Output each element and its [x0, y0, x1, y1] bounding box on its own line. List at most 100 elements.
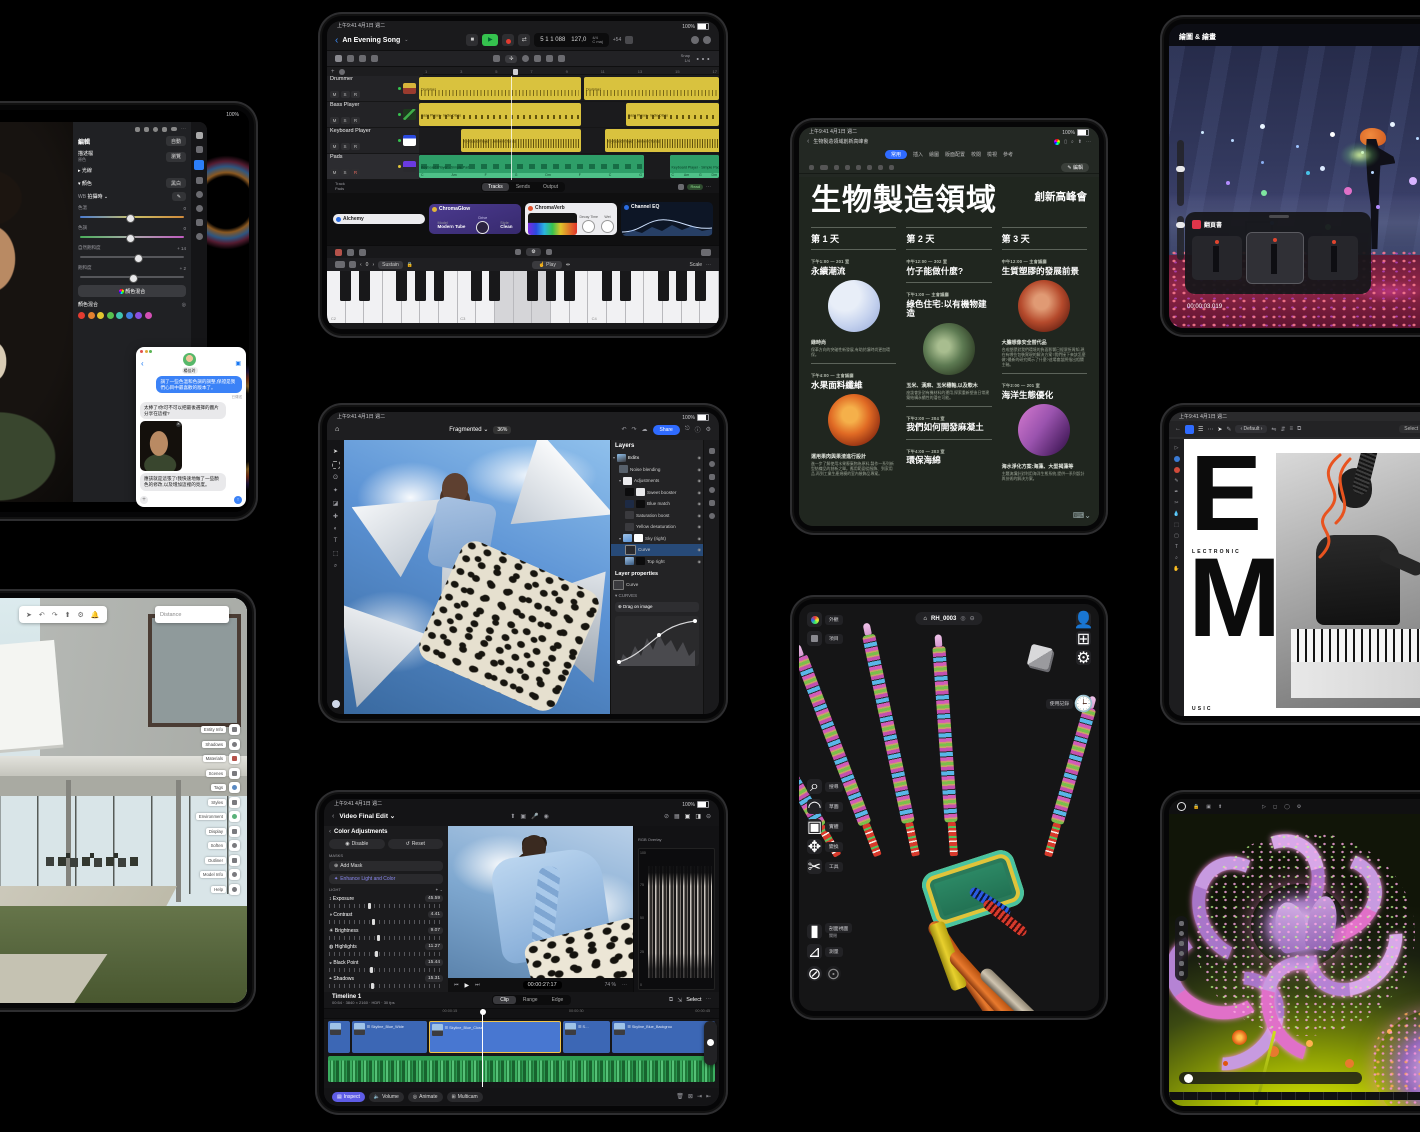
environment-icon[interactable] — [229, 811, 240, 822]
share-icon[interactable]: ⬆ — [65, 611, 71, 619]
region-bass-2[interactable]: Bass Player · Indie Disco — [626, 103, 719, 126]
pen-tool-icon[interactable]: ✒ — [1174, 489, 1178, 495]
hand-tool-icon[interactable]: ✋ — [1173, 566, 1179, 572]
vibrance-slider[interactable] — [80, 256, 184, 258]
clip[interactable]: ☰ S… — [563, 1021, 610, 1053]
fader-icon[interactable] — [678, 184, 684, 190]
lock-icon[interactable]: 🔒 — [407, 262, 413, 268]
layer-row[interactable]: ▾Sky (right)◉ — [611, 533, 703, 545]
zoom-level[interactable]: 74 % — [605, 982, 616, 988]
entity-info-icon[interactable] — [229, 724, 240, 735]
settings-icon[interactable]: ⚙ — [706, 426, 711, 433]
record-enable-button[interactable]: R — [351, 143, 360, 150]
region-drummer-1[interactable]: Drummer — [419, 77, 581, 100]
auto-button[interactable]: 自動 — [166, 136, 186, 146]
wet-knob[interactable] — [601, 220, 614, 233]
styles-icon[interactable] — [229, 797, 240, 808]
grid-icon[interactable]: ▦ — [674, 813, 680, 820]
curves-section[interactable]: ▾ CURVES — [611, 591, 703, 601]
import-icon[interactable]: ⬆ — [510, 813, 515, 820]
share-button[interactable]: Share — [653, 425, 680, 435]
appearance-icon[interactable] — [807, 612, 822, 627]
text-tool-icon[interactable]: T — [1175, 544, 1178, 550]
connect-icon[interactable]: ⧉ — [669, 997, 673, 1004]
record-enable-button[interactable]: R — [351, 91, 360, 98]
reset-button[interactable]: ↺ Reset — [388, 839, 444, 849]
display-icon[interactable] — [229, 826, 240, 837]
record-enable-button[interactable]: R — [351, 169, 360, 176]
layer-row[interactable]: ▾Adjustments◉ — [611, 475, 703, 487]
tab-output[interactable]: Output — [537, 183, 564, 191]
timeline-playhead[interactable] — [482, 1009, 483, 1087]
isolate-icon[interactable]: ⊘ — [807, 966, 822, 981]
outliner-icon[interactable] — [229, 855, 240, 866]
layer-row[interactable]: Top right◉ — [611, 556, 703, 568]
mixer-icon[interactable] — [546, 249, 552, 255]
frame-thumb[interactable] — [1308, 236, 1358, 280]
material-icon[interactable] — [1179, 961, 1184, 966]
remove-photo-icon[interactable]: ✕ — [176, 422, 181, 427]
play-icon[interactable]: ▶ — [465, 982, 470, 989]
grid-icon[interactable] — [1179, 971, 1184, 976]
add-layer-icon[interactable] — [709, 448, 715, 454]
video-preview[interactable] — [448, 826, 633, 978]
flipbook-panel[interactable]: 翻頁書 — [1185, 212, 1371, 294]
back-icon[interactable]: ‹ — [332, 813, 334, 820]
track-header-keys[interactable]: Keyboard Player MSR — [327, 128, 419, 153]
curves-graph[interactable] — [615, 616, 699, 666]
clip[interactable]: ☰ Skyline_Blue_Wide — [352, 1021, 427, 1053]
stop-button[interactable]: ■ — [466, 34, 478, 46]
back-icon[interactable]: ‹ — [335, 35, 338, 46]
more-icon[interactable]: ⋯ — [706, 997, 712, 1003]
camera-icon[interactable]: ▣ — [1206, 804, 1211, 810]
more-icon[interactable]: ⋯ — [706, 184, 711, 190]
pads-icon[interactable] — [347, 249, 354, 256]
document-page[interactable]: 生物製造領域 創新高峰會 第 1 天 下午1:00 — 201 室 永續潮流 綠… — [799, 177, 1099, 526]
eyedropper-icon[interactable]: ✎ — [172, 192, 186, 201]
tab-home[interactable]: 常用 — [885, 150, 907, 159]
more-icon[interactable]: ⋯ — [181, 126, 186, 132]
undo-icon[interactable]: ↶ — [621, 426, 626, 433]
solo-button[interactable]: S — [341, 117, 350, 124]
temp-slider[interactable] — [80, 216, 184, 218]
add-track-icon[interactable]: + — [331, 69, 335, 75]
avatar[interactable] — [183, 353, 196, 366]
text-tool-icon[interactable]: T — [334, 538, 338, 544]
select-pill[interactable]: Select — [1399, 425, 1420, 433]
overwrite2-icon[interactable]: ⇤ — [706, 1093, 711, 1100]
color-section[interactable]: ▾ 顏色 — [78, 180, 92, 187]
comment-icon[interactable] — [709, 487, 715, 493]
distance-field[interactable]: Distance — [155, 606, 229, 623]
saturation-slider[interactable] — [80, 276, 184, 278]
info-icon[interactable]: ⓘ — [695, 425, 701, 434]
settings-icon[interactable] — [703, 36, 711, 44]
sketch-icon[interactable]: ◠ — [807, 799, 822, 814]
track-header-drummer[interactable]: Drummer MSR — [327, 76, 419, 101]
home-icon[interactable]: ⌂ — [923, 616, 927, 622]
tools-icon[interactable]: ✂ — [807, 859, 822, 874]
photo-bubble[interactable]: ✕ — [140, 421, 182, 471]
paint-tool-icon[interactable] — [1174, 467, 1180, 473]
list-icon[interactable] — [889, 165, 894, 170]
italic-icon[interactable] — [845, 165, 850, 170]
track-header-bass[interactable]: Bass Player MSR — [327, 102, 419, 127]
clip[interactable] — [328, 1021, 350, 1053]
minus-icon[interactable]: ⊖ — [706, 813, 711, 820]
search-icon[interactable]: ⌕ — [807, 779, 822, 794]
tab-view[interactable]: 檢視 — [987, 151, 997, 158]
orbit-icon[interactable] — [1179, 931, 1184, 936]
redo-icon[interactable]: ↷ — [52, 611, 58, 619]
view-scale-icon[interactable]: ⊞ — [1076, 631, 1091, 646]
layer-row[interactable]: Noise blending◉ — [611, 464, 703, 476]
zoom-tool-icon[interactable]: ⌕ — [334, 563, 337, 570]
automation-icon[interactable] — [371, 55, 378, 62]
mode-edge[interactable]: Edge — [545, 996, 571, 1004]
disable-clip-icon[interactable]: ⊠ — [688, 1093, 693, 1100]
scenes-icon[interactable] — [229, 768, 240, 779]
browse-button[interactable]: 瀏覽 — [166, 152, 186, 162]
history-icon[interactable] — [153, 127, 158, 132]
playhead[interactable] — [513, 69, 518, 75]
select-button[interactable]: Select — [686, 997, 701, 1003]
region-keys-2[interactable]: Keyboard Player · Amber Chords — [605, 129, 719, 152]
add-mask-button[interactable]: ⊕ Add Mask — [329, 861, 443, 871]
